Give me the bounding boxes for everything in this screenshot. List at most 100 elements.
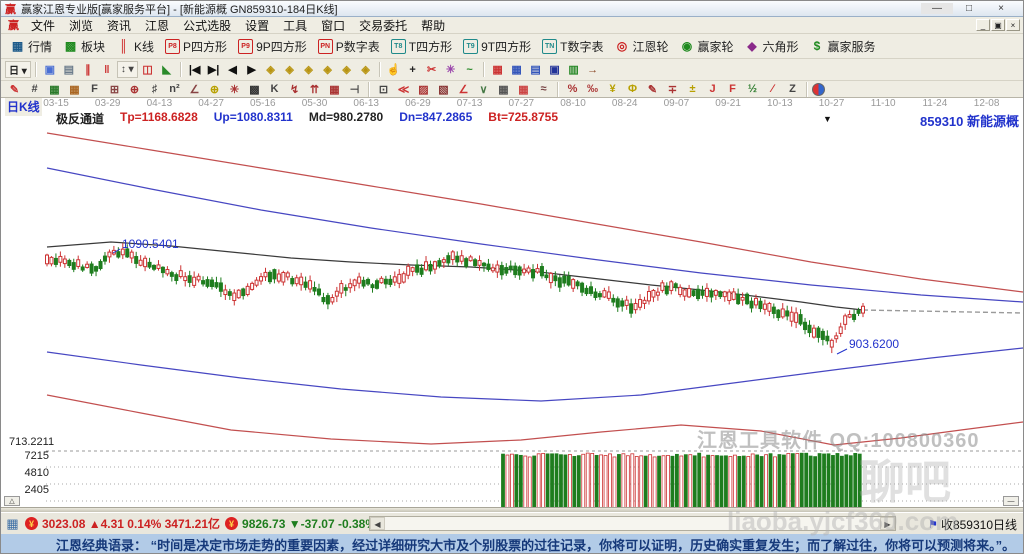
menu-trade[interactable]: 交易委托: [352, 18, 414, 34]
zoom-h-icon[interactable]: ◈: [300, 61, 318, 78]
next-bar-icon[interactable]: ▶: [243, 61, 261, 78]
first-bar-icon[interactable]: |◀: [186, 61, 204, 78]
shade-box-icon[interactable]: ▨: [414, 82, 433, 97]
quote-table-icon[interactable]: ▦: [5, 516, 20, 531]
notes-icon[interactable]: ▤: [527, 61, 545, 78]
pen-tool-icon[interactable]: ✎: [5, 82, 24, 97]
cut-tool-icon[interactable]: ✂: [423, 61, 441, 78]
kline-chart-canvas[interactable]: [1, 98, 1024, 512]
zigzag-icon[interactable]: ∨: [474, 82, 493, 97]
p-number-table-button[interactable]: PN P数字表: [313, 36, 385, 57]
winner-service-button[interactable]: $ 赢家服务: [805, 36, 881, 57]
frame-tool-icon[interactable]: ⊡: [374, 82, 393, 97]
golden-circle-icon[interactable]: ¥: [603, 82, 622, 97]
table-grid-icon[interactable]: ▦: [494, 82, 513, 97]
half-line-icon[interactable]: ½: [743, 82, 762, 97]
fill-box-icon[interactable]: ▧: [434, 82, 453, 97]
minimize-button[interactable]: —: [921, 3, 953, 14]
window-layout-icon[interactable]: ▣: [41, 61, 59, 78]
pane-collapse-button[interactable]: △: [4, 496, 20, 506]
j-tool-icon[interactable]: J: [703, 82, 722, 97]
f-tool-icon[interactable]: F: [723, 82, 742, 97]
menu-file[interactable]: 文件: [24, 18, 62, 34]
slant-line-icon[interactable]: ∕: [763, 82, 782, 97]
spike-mark-icon[interactable]: ↯: [285, 82, 304, 97]
hand-drag-icon[interactable]: ☝: [385, 61, 403, 78]
support-line-icon[interactable]: ±: [683, 82, 702, 97]
9p-square-button[interactable]: P9 9P四方形: [233, 36, 312, 57]
dense-grid-icon[interactable]: ▦: [325, 82, 344, 97]
hexagon-button[interactable]: ◆ 六角形: [740, 36, 804, 57]
angle-ruler-icon[interactable]: ∠: [185, 82, 204, 97]
golden-band-icon[interactable]: Φ: [623, 82, 642, 97]
period-tab-daily[interactable]: 日K线: [5, 98, 42, 116]
double-spike-icon[interactable]: ⇈: [305, 82, 324, 97]
calendar-icon[interactable]: ▦: [489, 61, 507, 78]
info-board-icon[interactable]: ▤: [60, 61, 78, 78]
menu-news[interactable]: 资讯: [100, 18, 138, 34]
close-button[interactable]: ×: [985, 3, 1017, 14]
sectors-button[interactable]: ▩ 板块: [58, 36, 110, 57]
gann-circle-icon[interactable]: ⊕: [205, 82, 224, 97]
pressure-line-icon[interactable]: ∓: [663, 82, 682, 97]
multi-line-icon[interactable]: ≈: [534, 82, 553, 97]
9t-square-button[interactable]: T9 9T四方形: [458, 36, 536, 57]
shanghai-index-quote[interactable]: ¥ 3023.08 ▲4.31 0.14% 3471.21亿: [25, 515, 220, 532]
crosshair-icon[interactable]: +: [404, 61, 422, 78]
gann-wheel-button[interactable]: ◎ 江恩轮: [609, 36, 673, 57]
angle-line-icon[interactable]: ∠: [454, 82, 473, 97]
percent-band-icon[interactable]: %: [563, 82, 582, 97]
save-icon[interactable]: ▣: [546, 61, 564, 78]
winner-wheel-button[interactable]: ◉ 赢家轮: [674, 36, 738, 57]
menu-help[interactable]: 帮助: [414, 18, 452, 34]
ellipse-cycle-icon[interactable]: ⊕: [125, 82, 144, 97]
menu-tools[interactable]: 工具: [276, 18, 314, 34]
zoom-in-icon[interactable]: ◈: [338, 61, 356, 78]
kline-style-icon[interactable]: ∥: [79, 61, 97, 78]
chart-scrollbar[interactable]: ◀ ▶: [369, 516, 896, 531]
period-day-button[interactable]: 日 ▾: [5, 61, 31, 78]
kline-style2-icon[interactable]: ‖: [98, 61, 116, 78]
curve-tool-icon[interactable]: ~: [461, 61, 479, 78]
zoom-left-icon[interactable]: ◈: [262, 61, 280, 78]
star-burst-icon[interactable]: ✳: [225, 82, 244, 97]
time-hatch-icon[interactable]: ♯: [145, 82, 164, 97]
marker-pen-icon[interactable]: ✎: [643, 82, 662, 97]
print-icon[interactable]: ▥: [565, 61, 583, 78]
z-tool-icon[interactable]: Z: [783, 82, 802, 97]
p-square-button[interactable]: P8 P四方形: [160, 36, 232, 57]
yinyang-icon[interactable]: [812, 82, 825, 96]
gann-grid-icon[interactable]: ▦: [45, 82, 64, 97]
gann-fan-icon[interactable]: ≪: [394, 82, 413, 97]
calculator-icon[interactable]: ▦: [508, 61, 526, 78]
fib-levels-icon[interactable]: F: [85, 82, 104, 97]
percent-line-icon[interactable]: ‰: [583, 82, 602, 97]
kline-button[interactable]: ║ K线: [111, 36, 159, 57]
zoom-out-icon[interactable]: ◈: [357, 61, 375, 78]
mdi-close-button[interactable]: ×: [1006, 19, 1020, 31]
zoom-right-icon[interactable]: ◈: [281, 61, 299, 78]
hatch-tool-icon[interactable]: #: [25, 82, 44, 97]
color-flag-icon[interactable]: ◣: [158, 61, 176, 78]
prev-bar-icon[interactable]: ◀: [224, 61, 242, 78]
n-square-icon[interactable]: n²: [165, 82, 184, 97]
menu-gann[interactable]: 江恩: [138, 18, 176, 34]
price-box-icon[interactable]: ▦: [65, 82, 84, 97]
last-bar-icon[interactable]: ▶|: [205, 61, 223, 78]
menu-browse[interactable]: 浏览: [62, 18, 100, 34]
red-grid-icon[interactable]: ▦: [514, 82, 533, 97]
scale-toggle-button[interactable]: ↕ ▾: [116, 61, 138, 78]
gann-box-icon[interactable]: ⊞: [105, 82, 124, 97]
quotes-button[interactable]: ▦ 行情: [5, 36, 57, 57]
menu-settings[interactable]: 设置: [238, 18, 276, 34]
k-mark-icon[interactable]: K: [265, 82, 284, 97]
menu-formula-stock-pick[interactable]: 公式选股: [176, 18, 238, 34]
menu-window[interactable]: 窗口: [314, 18, 352, 34]
maximize-button[interactable]: □: [953, 3, 985, 14]
restore-rights-icon[interactable]: ◫: [139, 61, 157, 78]
mark-tool-icon[interactable]: ✳: [442, 61, 460, 78]
zoom-v-icon[interactable]: ◈: [319, 61, 337, 78]
pane-shrink-button[interactable]: —: [1003, 496, 1019, 506]
t-square-button[interactable]: T8 T四方形: [386, 36, 457, 57]
mdi-restore-button[interactable]: ▣: [991, 19, 1005, 31]
